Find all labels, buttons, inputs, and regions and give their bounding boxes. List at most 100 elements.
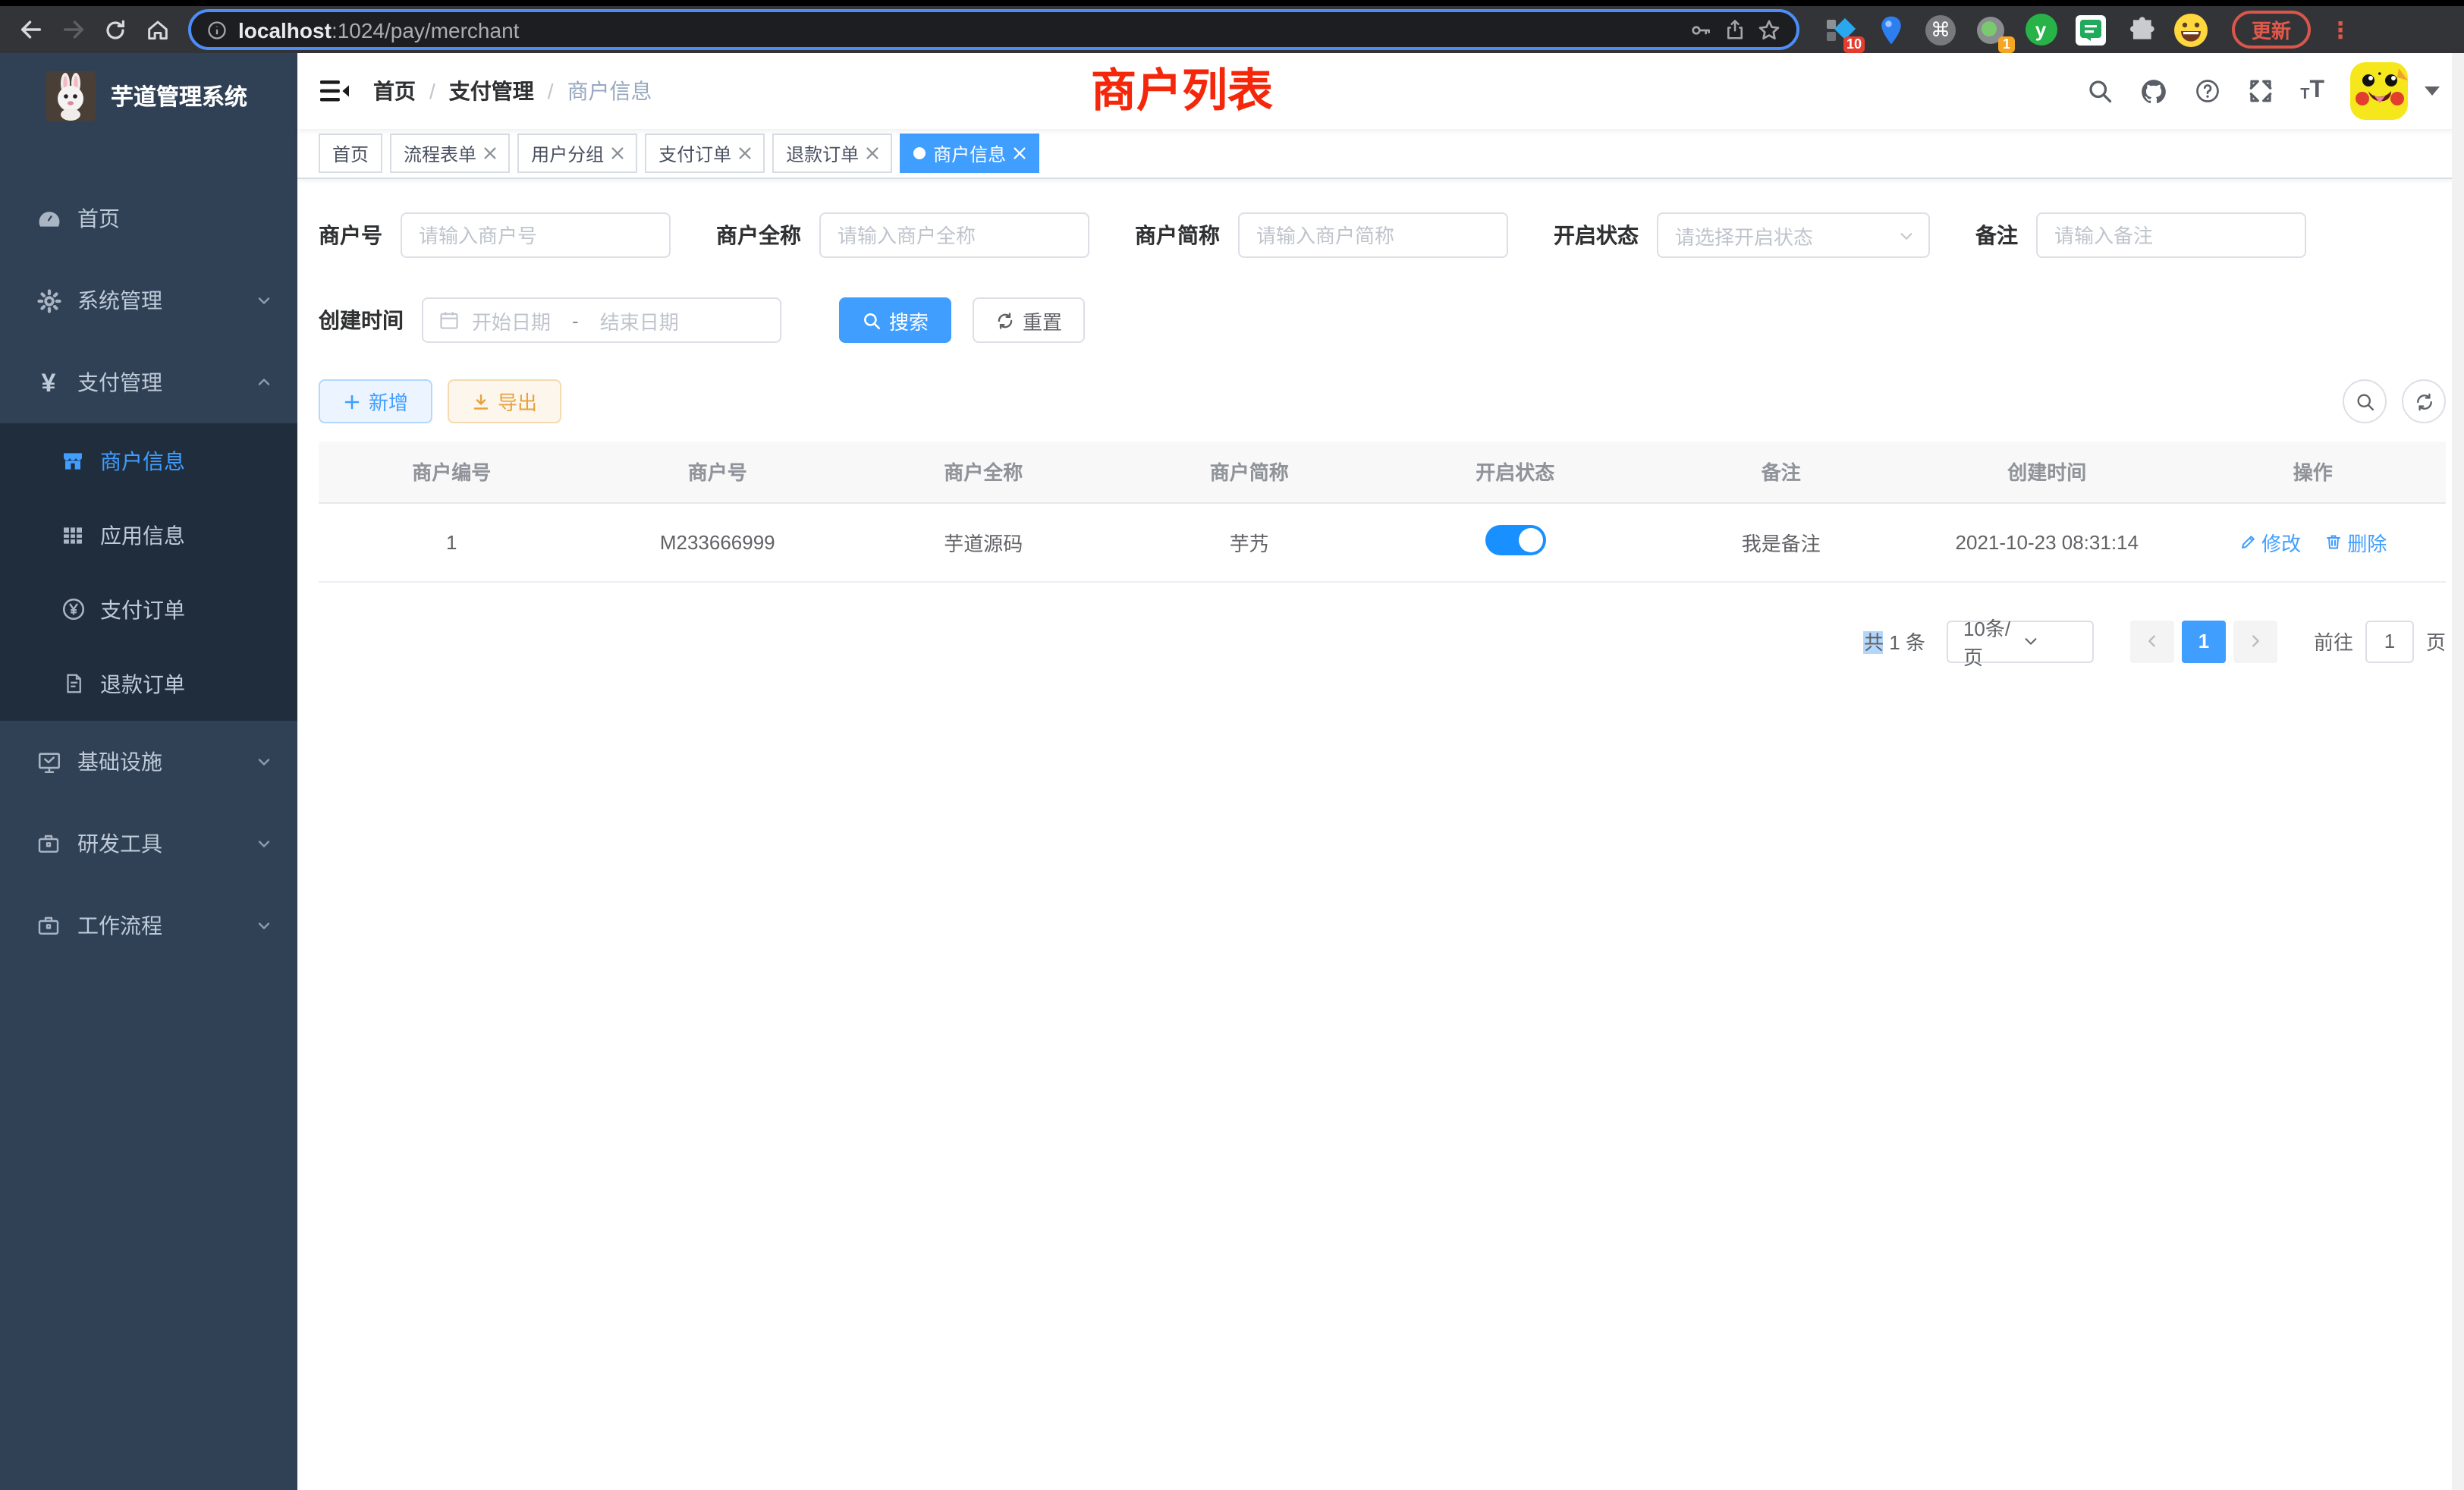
browser-home-button[interactable] bbox=[140, 11, 176, 48]
yen-circle-icon bbox=[56, 596, 90, 622]
chrome-menu-icon[interactable]: ⋮ bbox=[2329, 16, 2352, 43]
extension-devtools-icon[interactable]: 10 bbox=[1824, 13, 1857, 46]
tag-pay-order[interactable]: 支付订单 bbox=[645, 134, 765, 173]
enabled-status-select[interactable]: 请选择开启状态 bbox=[1657, 212, 1930, 258]
close-icon[interactable] bbox=[611, 147, 624, 159]
tag-merchant-info[interactable]: 商户信息 bbox=[900, 134, 1039, 173]
search-button[interactable]: 搜索 bbox=[839, 297, 951, 343]
profile-avatar-emoji[interactable] bbox=[2174, 13, 2208, 46]
extensions-puzzle-icon[interactable] bbox=[2124, 13, 2158, 46]
password-key-icon[interactable] bbox=[1689, 17, 1713, 42]
remark-input[interactable] bbox=[2036, 212, 2306, 258]
merchant-shortname-input[interactable] bbox=[1238, 212, 1508, 258]
sidebar-item-label: 基础设施 bbox=[77, 747, 255, 777]
edit-link-label: 修改 bbox=[2261, 527, 2301, 556]
chevron-down-icon bbox=[2022, 633, 2082, 649]
extensions-row: 10 ⌘ 1 y bbox=[1824, 13, 2208, 46]
browser-forward-button[interactable] bbox=[55, 11, 91, 48]
pagination: 共 1 条 10条/页 1 前往 页 bbox=[319, 620, 2446, 662]
share-icon[interactable] bbox=[1724, 18, 1746, 41]
github-icon[interactable] bbox=[2139, 77, 2168, 105]
sidebar-item-pay[interactable]: ¥ 支付管理 bbox=[0, 341, 297, 423]
close-icon[interactable] bbox=[739, 147, 751, 159]
sidebar-item-merchant-info[interactable]: 商户信息 bbox=[0, 423, 297, 498]
extension-pin-icon[interactable] bbox=[1874, 13, 1907, 46]
tag-user-group[interactable]: 用户分组 bbox=[517, 134, 637, 173]
sidebar-item-refund-order[interactable]: 退款订单 bbox=[0, 646, 297, 721]
goto-page-input[interactable] bbox=[2365, 620, 2414, 662]
extension-y-icon[interactable]: y bbox=[2024, 13, 2057, 46]
sidebar-collapse-icon[interactable] bbox=[320, 79, 349, 103]
edit-link[interactable]: 修改 bbox=[2239, 527, 2301, 556]
sidebar-item-system[interactable]: 系统管理 bbox=[0, 259, 297, 341]
active-dot bbox=[913, 147, 926, 159]
breadcrumb-home[interactable]: 首页 bbox=[373, 76, 416, 106]
fullscreen-icon[interactable] bbox=[2247, 77, 2274, 105]
tag-home[interactable]: 首页 bbox=[319, 134, 382, 173]
breadcrumb-separator: / bbox=[429, 79, 435, 103]
reset-button-label: 重置 bbox=[1023, 306, 1062, 335]
merchant-fullname-input[interactable] bbox=[819, 212, 1089, 258]
user-avatar[interactable] bbox=[2350, 62, 2408, 120]
export-button[interactable]: 导出 bbox=[448, 379, 561, 423]
table-row: 1 M233666999 芋道源码 芋艿 我是备注 2021-10-23 08:… bbox=[319, 502, 2446, 581]
sidebar-item-home[interactable]: 首页 bbox=[0, 178, 297, 259]
filter-remark: 备注 bbox=[1975, 212, 2306, 258]
chevron-down-icon bbox=[255, 753, 273, 771]
browser-reload-button[interactable] bbox=[97, 11, 134, 48]
sidebar: 芋道管理系统 首页 系统管理 bbox=[0, 53, 297, 1490]
filter-row-1: 商户号 商户全称 商户简称 开启状态 请选择开启状态 bbox=[319, 212, 2446, 258]
help-icon[interactable] bbox=[2194, 77, 2221, 105]
refresh-button[interactable] bbox=[2402, 379, 2446, 423]
header-search-icon[interactable] bbox=[2086, 77, 2114, 105]
url-text[interactable]: localhost:1024/pay/merchant bbox=[238, 17, 1678, 42]
close-icon[interactable] bbox=[866, 147, 878, 159]
page-size-select[interactable]: 10条/页 bbox=[1947, 620, 2094, 662]
app-logo-row[interactable]: 芋道管理系统 bbox=[0, 53, 297, 138]
close-icon[interactable] bbox=[484, 147, 496, 159]
reset-button[interactable]: 重置 bbox=[973, 297, 1085, 343]
address-bar[interactable]: localhost:1024/pay/merchant bbox=[188, 9, 1799, 50]
avatar-dropdown-caret[interactable] bbox=[2425, 86, 2440, 96]
create-time-range-picker[interactable]: 开始日期 - 结束日期 bbox=[422, 297, 781, 343]
status-toggle[interactable] bbox=[1485, 524, 1545, 555]
sidebar-item-workflow[interactable]: 工作流程 bbox=[0, 885, 297, 967]
field-label: 商户全称 bbox=[716, 220, 819, 250]
chevron-down-icon bbox=[255, 291, 273, 310]
bookmark-star-icon[interactable] bbox=[1757, 17, 1781, 42]
prev-page-button[interactable] bbox=[2130, 620, 2174, 662]
sidebar-item-pay-order[interactable]: 支付订单 bbox=[0, 572, 297, 646]
toggle-knob bbox=[1518, 527, 1542, 552]
site-info-icon[interactable] bbox=[206, 19, 228, 40]
merchant-no-input[interactable] bbox=[401, 212, 671, 258]
page-scrollbar[interactable] bbox=[2452, 53, 2464, 1490]
annotation-merchant-list: 商户列表 bbox=[1091, 53, 1273, 120]
extension-shortcut-icon[interactable]: ⌘ bbox=[1924, 13, 1957, 46]
delete-link[interactable]: 删除 bbox=[2324, 527, 2387, 556]
col-fullname: 商户全称 bbox=[850, 442, 1117, 502]
yen-icon: ¥ bbox=[30, 369, 67, 395]
browser-back-button[interactable] bbox=[12, 11, 49, 48]
extension-notes-icon[interactable] bbox=[2074, 13, 2107, 46]
next-page-button[interactable] bbox=[2233, 620, 2277, 662]
sidebar-item-infra[interactable]: 基础设施 bbox=[0, 721, 297, 803]
tag-process-form[interactable]: 流程表单 bbox=[390, 134, 510, 173]
chrome-update-button[interactable]: 更新 bbox=[2232, 11, 2311, 49]
export-button-label: 导出 bbox=[498, 387, 537, 416]
col-merchant-no: 商户号 bbox=[585, 442, 851, 502]
add-button[interactable]: 新增 bbox=[319, 379, 432, 423]
breadcrumb-pay[interactable]: 支付管理 bbox=[449, 76, 534, 106]
close-icon[interactable] bbox=[1014, 147, 1026, 159]
page-number-1[interactable]: 1 bbox=[2182, 620, 2226, 662]
tag-refund-order[interactable]: 退款订单 bbox=[772, 134, 892, 173]
cell-remark: 我是备注 bbox=[1648, 502, 1915, 581]
sidebar-item-app-info[interactable]: 应用信息 bbox=[0, 498, 297, 572]
sidebar-item-devtools[interactable]: 研发工具 bbox=[0, 803, 297, 885]
extension-proxy-icon[interactable]: 1 bbox=[1974, 13, 2007, 46]
navbar-tools: TT bbox=[2086, 62, 2440, 120]
tag-label: 首页 bbox=[332, 140, 369, 166]
font-size-icon[interactable]: TT bbox=[2300, 79, 2324, 103]
col-create-time: 创建时间 bbox=[1914, 442, 2180, 502]
field-label: 开启状态 bbox=[1554, 220, 1657, 250]
show-search-toggle-button[interactable] bbox=[2343, 379, 2387, 423]
